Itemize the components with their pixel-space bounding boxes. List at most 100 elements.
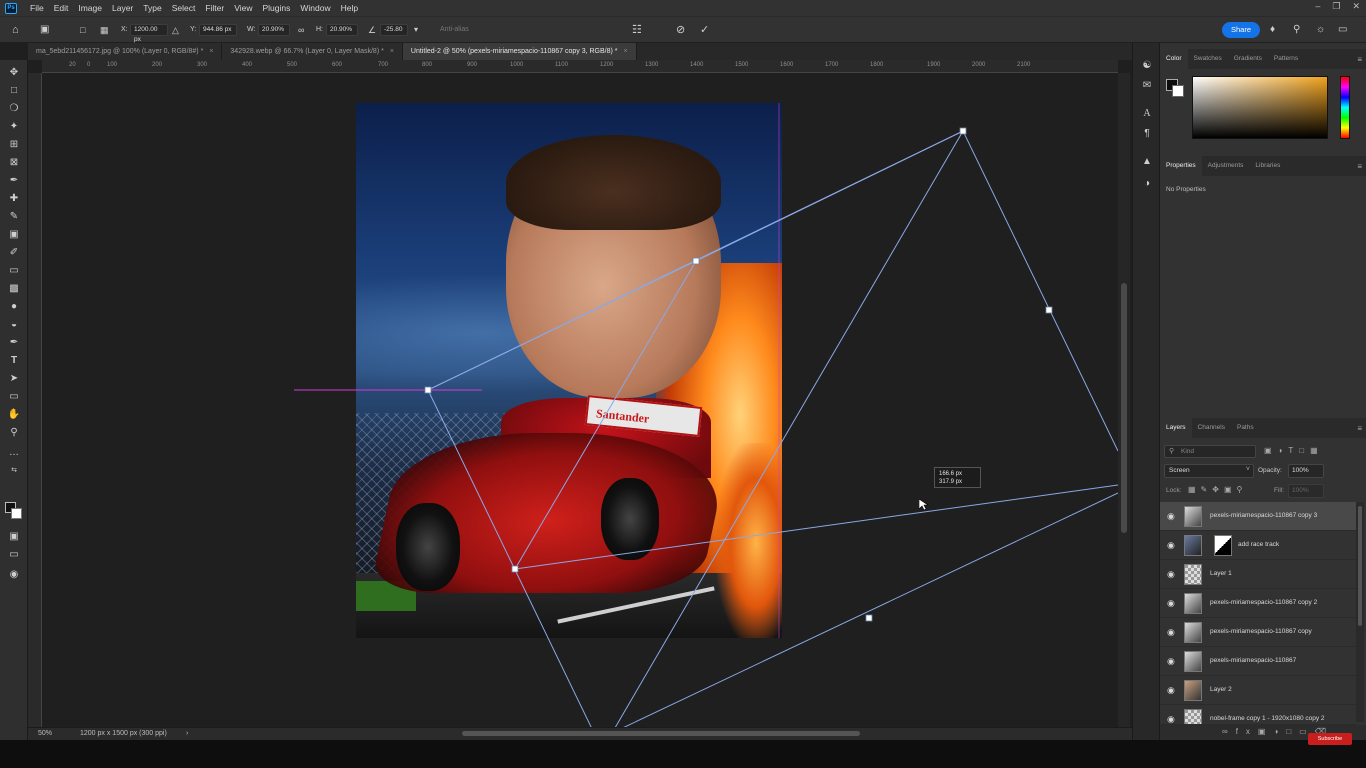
transform-handles[interactable]: [424, 127, 1053, 622]
tab-layers[interactable]: Layers: [1160, 418, 1192, 438]
crop-tool-icon[interactable]: ⊞: [7, 138, 21, 151]
transform-handle[interactable]: [865, 614, 873, 622]
eye-icon[interactable]: ◉: [1167, 627, 1175, 638]
comments-icon[interactable]: ✉: [1140, 79, 1154, 93]
menu-file[interactable]: File: [25, 3, 49, 13]
interpolation-icon[interactable]: ▾: [414, 23, 418, 37]
layer-row[interactable]: ◉ pexels-miriamespacio-110867: [1160, 647, 1356, 676]
layer-row[interactable]: ◉ Layer 2: [1160, 676, 1356, 705]
restore-icon[interactable]: ❐: [1332, 1, 1340, 12]
type-tool-icon[interactable]: T: [7, 354, 21, 367]
tab-adjustments[interactable]: Adjustments: [1202, 156, 1250, 176]
color-picker-field[interactable]: [1192, 76, 1328, 139]
more-tools-icon[interactable]: …: [7, 446, 21, 459]
eye-icon[interactable]: ◉: [1167, 598, 1175, 609]
blur-tool-icon[interactable]: ●: [7, 300, 21, 313]
layer-row[interactable]: ◉ pexels-miriamespacio-110867 copy 2: [1160, 589, 1356, 618]
healing-tool-icon[interactable]: ✚: [7, 192, 21, 205]
tab-properties[interactable]: Properties: [1160, 156, 1202, 176]
tool-presets-icon[interactable]: ▲: [1140, 155, 1154, 169]
pen-tool-icon[interactable]: ✒: [7, 336, 21, 349]
tab-color[interactable]: Color: [1160, 49, 1188, 69]
zoom-tool-icon[interactable]: ⚲: [7, 426, 21, 439]
layer-filter-field[interactable]: ⚲ Kind: [1164, 445, 1256, 458]
antialias-label[interactable]: Anti-alias: [440, 23, 469, 37]
eye-icon[interactable]: ◉: [1167, 685, 1175, 696]
layer-row[interactable]: ◉ Layer 1: [1160, 560, 1356, 589]
home-icon[interactable]: ⌂: [12, 23, 19, 37]
layer-row[interactable]: ◉ pexels-miriamespacio-110867 copy 3: [1160, 502, 1356, 531]
tab-libraries[interactable]: Libraries: [1249, 156, 1286, 176]
layer-row[interactable]: ◉ nobel-frame copy 1 - 1920x1080 copy 2: [1160, 705, 1356, 725]
w-field[interactable]: 20.90%: [258, 24, 290, 36]
screen-mode-icon[interactable]: ▭: [7, 548, 21, 561]
menu-layer[interactable]: Layer: [107, 3, 138, 13]
menu-image[interactable]: Image: [73, 3, 107, 13]
menu-type[interactable]: Type: [138, 3, 166, 13]
menu-view[interactable]: View: [229, 3, 257, 13]
marquee-tool-icon[interactable]: □: [7, 84, 21, 97]
dodge-tool-icon[interactable]: ◒: [7, 318, 21, 331]
eye-icon[interactable]: ◉: [1167, 656, 1175, 667]
scroll-thumb[interactable]: [1121, 283, 1127, 533]
menu-plugins[interactable]: Plugins: [257, 3, 295, 13]
close-icon[interactable]: ×: [390, 48, 394, 55]
panel-menu-icon[interactable]: ≡: [1357, 424, 1362, 433]
reference-point-icon[interactable]: ▣: [40, 23, 49, 37]
hand-tool-icon[interactable]: ✋: [7, 408, 21, 421]
sun-icon[interactable]: ☼: [1316, 23, 1325, 37]
opacity-field[interactable]: 100%: [1288, 464, 1324, 478]
search-icon[interactable]: ⚲: [1293, 23, 1300, 37]
tab-document-3[interactable]: Untitled-2 @ 50% (pexels-miriamespacio-1…: [402, 43, 637, 60]
horizontal-scrollbar[interactable]: [200, 730, 1118, 737]
y-field[interactable]: 944.86 px: [199, 24, 237, 36]
zoom-level[interactable]: 50%: [38, 728, 52, 740]
scroll-thumb[interactable]: [1358, 506, 1362, 626]
panel-menu-icon[interactable]: ≡: [1357, 162, 1362, 171]
tab-patterns[interactable]: Patterns: [1268, 49, 1304, 69]
menu-window[interactable]: Window: [295, 3, 335, 13]
close-icon[interactable]: ×: [624, 48, 628, 55]
tab-swatches[interactable]: Swatches: [1188, 49, 1228, 69]
fill-field[interactable]: 100%: [1288, 484, 1324, 498]
menu-help[interactable]: Help: [336, 3, 363, 13]
menu-filter[interactable]: Filter: [200, 3, 229, 13]
eye-icon[interactable]: ◉: [1167, 714, 1175, 724]
delta-icon[interactable]: △: [172, 23, 179, 37]
menu-select[interactable]: Select: [167, 3, 201, 13]
eye-icon[interactable]: ◉: [1167, 569, 1175, 580]
tab-gradients[interactable]: Gradients: [1228, 49, 1268, 69]
tab-document-2[interactable]: 342928.webp @ 66.7% (Layer 0, Layer Mask…: [222, 43, 403, 60]
close-icon[interactable]: ✕: [1352, 1, 1360, 12]
angle-field[interactable]: -25.80: [380, 24, 408, 36]
character-icon[interactable]: A: [1140, 107, 1154, 121]
paragraph-icon[interactable]: ¶: [1140, 127, 1154, 141]
gradient-tool-icon[interactable]: ▩: [7, 282, 21, 295]
transform-handle[interactable]: [511, 565, 519, 573]
color-background-swatch[interactable]: [1172, 85, 1184, 97]
eye-icon[interactable]: ◉: [1167, 511, 1175, 522]
path-select-tool-icon[interactable]: ➤: [7, 372, 21, 385]
transform-handle[interactable]: [424, 386, 432, 394]
adjustments-icon[interactable]: ◑: [1140, 177, 1154, 191]
warp-icon[interactable]: ☷: [632, 23, 642, 37]
vertical-scrollbar[interactable]: [1118, 73, 1130, 727]
transform-handle[interactable]: [692, 257, 700, 265]
layer-row[interactable]: ◉ add race track: [1160, 531, 1356, 560]
minimize-icon[interactable]: –: [1315, 1, 1320, 12]
layers-scrollbar[interactable]: [1356, 502, 1364, 722]
share-for-review-icon[interactable]: ◉: [7, 568, 21, 581]
workspace-icon[interactable]: ▭: [1338, 23, 1347, 37]
hue-slider[interactable]: [1340, 76, 1350, 139]
canvas-area[interactable]: Santander 166.6 px 317.9 px: [42, 73, 1118, 727]
transform-handle[interactable]: [1045, 306, 1053, 314]
commit-transform-icon[interactable]: ✓: [700, 23, 709, 37]
tab-document-1[interactable]: ma_5ebd211456172.jpg @ 100% (Layer 0, RG…: [28, 43, 223, 60]
swap-colors-icon[interactable]: ⇆: [7, 464, 21, 477]
history-icon[interactable]: ☯: [1140, 59, 1154, 73]
background-color-swatch[interactable]: [11, 508, 22, 519]
move-tool-icon[interactable]: ✥: [7, 66, 21, 79]
link-icon[interactable]: ∞: [298, 23, 304, 37]
document-info[interactable]: 1200 px x 1500 px (300 ppi): [80, 728, 167, 740]
subscribe-badge[interactable]: Subscribe: [1308, 733, 1352, 745]
